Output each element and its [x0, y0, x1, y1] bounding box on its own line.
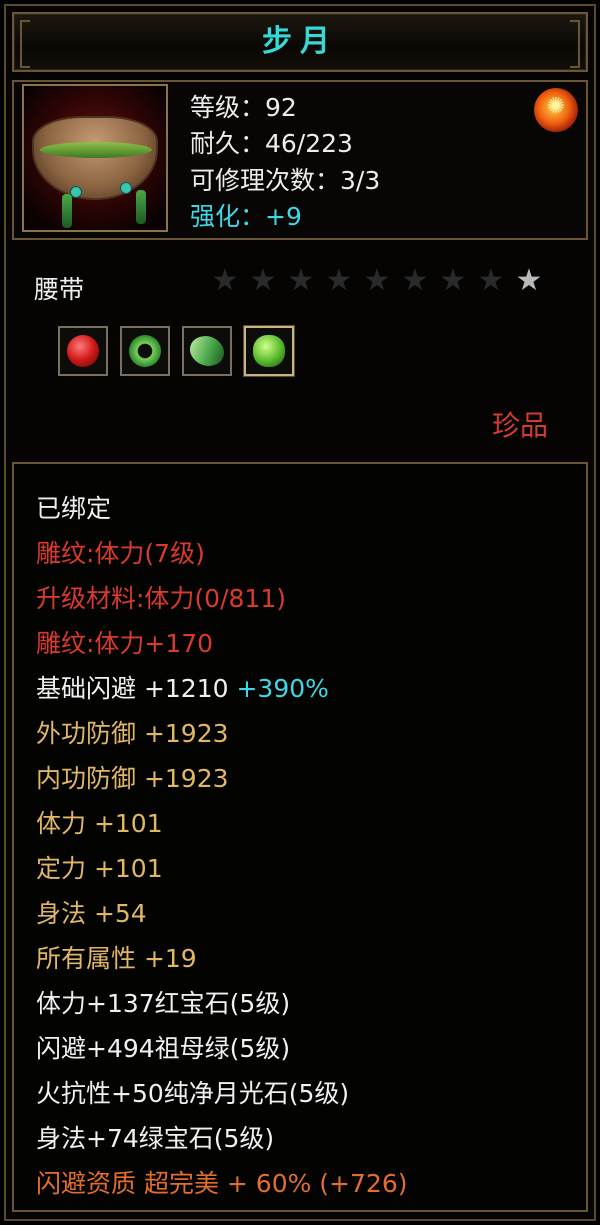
- level-line: 等级：92: [190, 93, 297, 122]
- attribute-line: 基础闪避 +1210 +390%: [36, 666, 407, 711]
- star-empty-icon: ★: [401, 263, 429, 298]
- star-empty-icon: ★: [249, 263, 277, 298]
- attribute-text: 内功防御 +1923: [36, 764, 229, 793]
- attribute-text: 外功防御 +1923: [36, 719, 229, 748]
- belt-tassel: [62, 194, 72, 228]
- attribute-text: 雕纹:体力(7级): [36, 539, 205, 568]
- belt-ornament: [70, 186, 82, 198]
- star-empty-icon: ★: [477, 263, 505, 298]
- green-gem-socket[interactable]: [244, 326, 294, 376]
- belt-band: [40, 142, 152, 158]
- attribute-line: 体力+137红宝石(5级): [36, 981, 407, 1026]
- star-empty-icon: ★: [287, 263, 315, 298]
- belt-body: [32, 116, 158, 200]
- star-lit-icon: ★: [515, 263, 543, 298]
- belt-ornament: [120, 182, 132, 194]
- item-type: 腰带: [34, 275, 85, 304]
- attribute-line: 身法+74绿宝石(5级): [36, 1116, 407, 1161]
- rarity-label: 珍品: [492, 409, 549, 442]
- fire-glyph: ✺: [546, 94, 566, 119]
- green-gem-icon: [253, 335, 285, 367]
- belt-icon: [22, 84, 168, 232]
- star-empty-icon: ★: [439, 263, 467, 298]
- jade-ring-icon: [129, 335, 161, 367]
- attribute-text: 已绑定: [36, 494, 112, 523]
- attribute-text: 体力+137红宝石(5级): [36, 989, 291, 1018]
- attribute-line: 雕纹:体力(7级): [36, 531, 407, 576]
- attribute-text: 基础闪避 +1210: [36, 674, 229, 703]
- red-gem-socket[interactable]: [58, 326, 108, 376]
- green-leaf-gem-icon: [185, 329, 229, 373]
- enhance-line: 强化：+9: [190, 202, 302, 231]
- attribute-line: 闪避资质 超完美 + 60% (+726): [36, 1161, 407, 1206]
- attribute-list: 已绑定雕纹:体力(7级) 升级材料:体力(0/811) 雕纹:体力+170 基础闪避 …: [36, 486, 407, 1206]
- green-leaf-gem-socket[interactable]: [182, 326, 232, 376]
- attribute-line: 所有属性 +19: [36, 936, 407, 981]
- attribute-line: 闪避+494祖母绿(5级): [36, 1026, 407, 1071]
- attribute-line: 定力 +101: [36, 846, 407, 891]
- attribute-line: 内功防御 +1923: [36, 756, 407, 801]
- attribute-text: 雕纹:体力+170: [36, 629, 214, 658]
- attribute-line: 体力 +101: [36, 801, 407, 846]
- title-bar: 步月: [12, 12, 588, 72]
- star-empty-icon: ★: [325, 263, 353, 298]
- star-empty-icon: ★: [211, 263, 239, 298]
- attribute-line: 火抗性+50纯净月光石(5级): [36, 1071, 407, 1116]
- attribute-line: 雕纹:体力+170: [36, 621, 407, 666]
- jade-ring-socket[interactable]: [120, 326, 170, 376]
- attribute-text: 所有属性 +19: [36, 944, 197, 973]
- attribute-text: 闪避资质 超完美 + 60% (+726): [36, 1169, 408, 1198]
- attribute-text: 定力 +101: [36, 854, 163, 883]
- attribute-line: 升级材料:体力(0/811): [36, 576, 407, 621]
- attribute-text: 闪避+494祖母绿(5级): [36, 1034, 291, 1063]
- attribute-text: 升级材料:体力(0/811): [36, 584, 286, 613]
- attribute-text: 身法 +54: [36, 899, 147, 928]
- repair-count-line: 可修理次数：3/3: [190, 166, 381, 195]
- red-gem-icon: [67, 335, 99, 367]
- durability-line: 耐久：46/223: [190, 129, 353, 158]
- star-empty-icon: ★: [363, 263, 391, 298]
- star-rating: ★ ★ ★ ★ ★ ★ ★ ★ ★: [208, 264, 546, 298]
- attribute-line: 已绑定: [36, 486, 407, 531]
- attribute-text: 体力 +101: [36, 809, 163, 838]
- attribute-line: 外功防御 +1923: [36, 711, 407, 756]
- attribute-bonus-percent: +390%: [228, 674, 329, 703]
- attribute-line: 身法 +54: [36, 891, 407, 936]
- attribute-text: 火抗性+50纯净月光石(5级): [36, 1079, 350, 1108]
- fire-element-icon: ✺: [534, 88, 578, 132]
- item-name: 步月: [262, 24, 338, 59]
- attribute-text: 身法+74绿宝石(5级): [36, 1124, 275, 1153]
- belt-tassel: [136, 190, 146, 224]
